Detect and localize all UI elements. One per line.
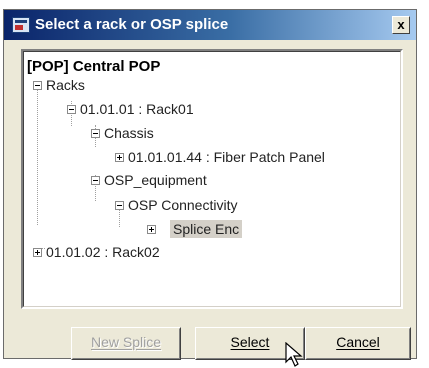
- expand-icon[interactable]: [147, 225, 156, 234]
- rack-tree-view[interactable]: [POP] Central POP Racks 01.01.01 : Rack0…: [21, 49, 403, 309]
- tree-node-splice-enc[interactable]: Splice Enc: [170, 220, 243, 238]
- collapse-icon[interactable]: [67, 105, 76, 114]
- cancel-button[interactable]: Cancel: [305, 327, 411, 360]
- new-splice-button[interactable]: New Splice: [71, 327, 181, 360]
- title-bar[interactable]: Select a rack or OSP splice x: [4, 10, 416, 40]
- app-icon: [12, 17, 30, 33]
- tree-node-chassis[interactable]: Chassis: [104, 124, 154, 142]
- tree-node-rack01[interactable]: 01.01.01 : Rack01: [80, 100, 194, 118]
- collapse-icon[interactable]: [91, 129, 100, 138]
- expand-icon[interactable]: [33, 248, 42, 257]
- tree-node-osp-equipment[interactable]: OSP_equipment: [104, 171, 207, 189]
- tree-root-central-pop[interactable]: [POP] Central POP: [27, 58, 160, 76]
- expand-icon[interactable]: [115, 153, 124, 162]
- tree-node-rack02[interactable]: 01.01.02 : Rack02: [46, 243, 160, 261]
- collapse-icon[interactable]: [33, 81, 42, 90]
- tree-connector: [37, 85, 38, 225]
- tree-node-fiber-patch-panel[interactable]: 01.01.01.44 : Fiber Patch Panel: [128, 148, 325, 166]
- select-rack-dialog: Select a rack or OSP splice x [POP] Cent…: [3, 9, 417, 367]
- collapse-icon[interactable]: [115, 201, 124, 210]
- close-button[interactable]: x: [392, 16, 410, 34]
- mouse-pointer-icon: [285, 342, 303, 367]
- collapse-icon[interactable]: [91, 176, 100, 185]
- tree-node-racks[interactable]: Racks: [46, 76, 85, 94]
- tree-node-osp-connectivity[interactable]: OSP Connectivity: [128, 196, 237, 214]
- dialog-title: Select a rack or OSP splice: [35, 16, 229, 33]
